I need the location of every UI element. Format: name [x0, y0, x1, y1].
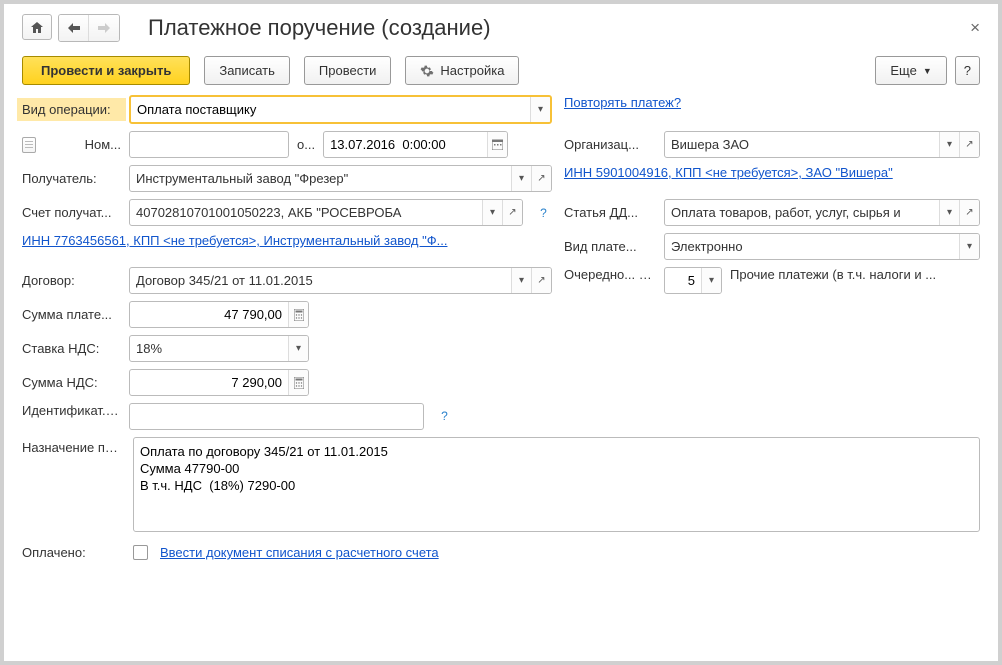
open-icon[interactable]: ↗	[531, 166, 551, 191]
chevron-down-icon[interactable]: ▾	[511, 166, 531, 191]
from-label: о...	[297, 137, 315, 152]
recipient-account-input[interactable]: 40702810701001050223, АКБ "РОСЕВРОБА ▾ ↗	[129, 199, 523, 226]
vat-sum-label: Сумма НДС:	[22, 375, 121, 390]
post-button[interactable]: Провести	[304, 56, 392, 85]
calculator-icon[interactable]	[288, 302, 308, 327]
close-button[interactable]: ×	[970, 18, 980, 38]
back-button[interactable]	[59, 15, 89, 41]
chevron-down-icon[interactable]: ▾	[288, 336, 308, 361]
payment-id-label: Идентификат... платежа:	[22, 403, 121, 420]
number-input[interactable]	[129, 131, 289, 158]
chevron-down-icon[interactable]: ▾	[530, 97, 550, 122]
organization-label: Организац...	[564, 137, 656, 152]
home-button[interactable]	[22, 14, 52, 40]
purpose-textarea[interactable]	[133, 437, 980, 532]
operation-type-label: Вид операции:	[17, 98, 126, 121]
vat-rate-input[interactable]: 18% ▾	[129, 335, 309, 362]
recipient-details-link[interactable]: ИНН 7763456561, КПП <не требуется>, Инст…	[22, 233, 552, 248]
more-label: Еще	[890, 63, 916, 78]
paid-link[interactable]: Ввести документ списания с расчетного сч…	[160, 545, 439, 560]
recipient-label: Получатель:	[22, 171, 121, 186]
number-label: Ном...	[44, 137, 121, 152]
vat-rate-label: Ставка НДС:	[22, 341, 121, 356]
contract-label: Договор:	[22, 273, 121, 288]
paid-checkbox[interactable]	[133, 545, 148, 560]
payment-type-label: Вид плате...	[564, 239, 656, 254]
forward-button[interactable]	[89, 15, 119, 41]
chevron-down-icon[interactable]: ▾	[939, 200, 959, 225]
open-icon[interactable]: ↗	[502, 200, 522, 225]
operation-type-input[interactable]: ▾	[129, 95, 552, 124]
dds-label: Статья ДД...	[564, 205, 656, 220]
payment-type-input[interactable]: Электронно ▾	[664, 233, 980, 260]
chevron-down-icon[interactable]: ▾	[482, 200, 502, 225]
gear-icon	[420, 64, 434, 78]
chevron-down-icon[interactable]: ▾	[511, 268, 531, 293]
organization-input[interactable]: Вишера ЗАО ▾ ↗	[664, 131, 980, 158]
chevron-down-icon[interactable]: ▾	[959, 234, 979, 259]
save-button[interactable]: Записать	[204, 56, 290, 85]
help-button[interactable]: ?	[955, 56, 980, 85]
more-button[interactable]: Еще ▼	[875, 56, 946, 85]
priority-input[interactable]: ▾	[664, 267, 722, 294]
post-close-button[interactable]: Провести и закрыть	[22, 56, 190, 85]
payment-order-window: Платежное поручение (создание) × Провест…	[0, 0, 1002, 665]
page-title: Платежное поручение (создание)	[148, 15, 491, 41]
repeat-payment-link[interactable]: Повторять платеж?	[564, 95, 681, 110]
open-icon[interactable]: ↗	[959, 200, 979, 225]
toolbar: Провести и закрыть Записать Провести Нас…	[22, 56, 980, 85]
form: Вид операции: ▾ Повторять платеж? Ном...…	[22, 95, 980, 572]
vat-sum-input[interactable]	[129, 369, 309, 396]
org-details-link[interactable]: ИНН 5901004916, КПП <не требуется>, ЗАО …	[564, 165, 980, 180]
chevron-down-icon[interactable]: ▾	[939, 132, 959, 157]
help-icon[interactable]: ?	[436, 407, 453, 424]
date-input[interactable]	[323, 131, 508, 158]
priority-label: Очередно... платежа:	[564, 267, 656, 284]
recipient-input[interactable]: Инструментальный завод "Фрезер" ▾ ↗	[129, 165, 552, 192]
chevron-down-icon: ▼	[923, 66, 932, 76]
help-icon[interactable]: ?	[535, 204, 552, 221]
open-icon[interactable]: ↗	[959, 132, 979, 157]
settings-label: Настройка	[440, 63, 504, 78]
payment-sum-input[interactable]	[129, 301, 309, 328]
titlebar: Платежное поручение (создание) ×	[22, 14, 980, 42]
payment-id-input[interactable]	[129, 403, 424, 430]
payment-sum-label: Сумма плате...	[22, 307, 121, 322]
document-icon[interactable]	[22, 137, 36, 153]
contract-input[interactable]: Договор 345/21 от 11.01.2015 ▾ ↗	[129, 267, 552, 294]
chevron-down-icon[interactable]: ▾	[701, 268, 721, 293]
open-icon[interactable]: ↗	[531, 268, 551, 293]
calculator-icon[interactable]	[288, 370, 308, 395]
dds-input[interactable]: Оплата товаров, работ, услуг, сырья и ▾ …	[664, 199, 980, 226]
recipient-account-label: Счет получат...	[22, 205, 121, 220]
priority-description: Прочие платежи (в т.ч. налоги и ...	[730, 267, 980, 282]
calendar-icon[interactable]	[487, 132, 507, 157]
paid-label: Оплачено:	[22, 545, 121, 560]
purpose-label: Назначение платежа:	[22, 437, 121, 457]
settings-button[interactable]: Настройка	[405, 56, 519, 85]
